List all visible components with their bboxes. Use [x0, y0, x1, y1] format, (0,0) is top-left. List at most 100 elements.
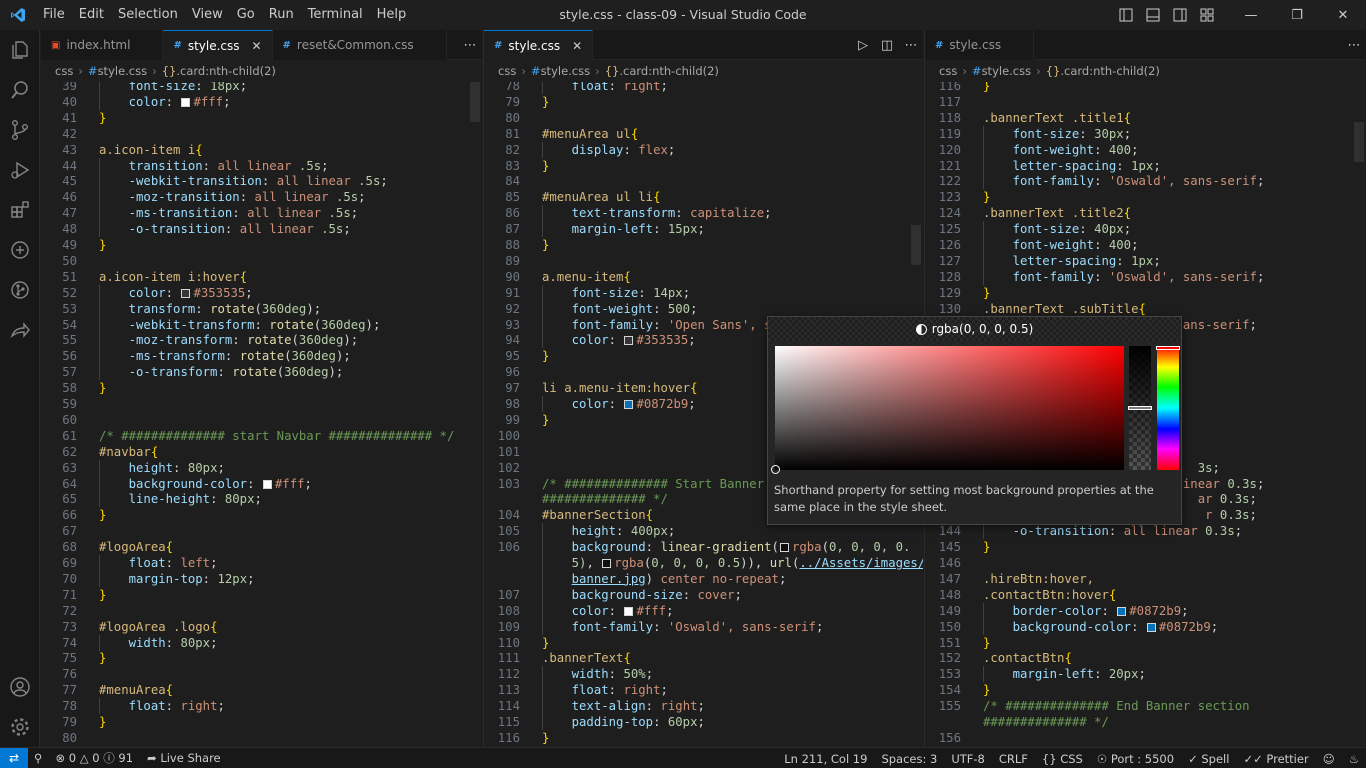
split-editor-icon[interactable]: ◫: [875, 38, 899, 53]
code-line: .bannerText .title1{: [983, 110, 1131, 126]
breadcrumb-item[interactable]: css: [498, 64, 516, 78]
close-tab-icon[interactable]: ✕: [250, 39, 264, 53]
color-swatch[interactable]: [624, 400, 634, 409]
code-area[interactable]: 39 font-size: 18px; 40 color: #fff; 41} 42 4…: [41, 82, 482, 747]
breadcrumb-item[interactable]: css: [939, 64, 957, 78]
explorer-icon[interactable]: [0, 30, 40, 70]
saturation-box[interactable]: [771, 346, 1124, 474]
menu-help[interactable]: Help: [370, 0, 414, 30]
token: (: [771, 540, 779, 555]
menu-terminal[interactable]: Terminal: [301, 0, 370, 30]
indent-guide: [983, 268, 984, 285]
feedback-icon[interactable]: ☺: [1316, 752, 1342, 766]
color-swatch[interactable]: [181, 97, 191, 107]
color-swatch[interactable]: [779, 543, 789, 553]
close-tab-icon[interactable]: ✕: [570, 39, 584, 53]
notifications-icon[interactable]: ♨: [1342, 752, 1366, 766]
token: -ms-transform: [128, 349, 225, 364]
token: ;: [1123, 126, 1132, 141]
more-actions-icon[interactable]: ⋯: [1342, 38, 1366, 53]
token: ;: [304, 476, 312, 491]
breadcrumb-item[interactable]: style.css: [98, 64, 148, 78]
end-of-line[interactable]: CRLF: [992, 752, 1035, 766]
token: }: [542, 635, 550, 650]
breadcrumb-item[interactable]: style.css: [541, 64, 591, 78]
indentation[interactable]: Spaces: 3: [874, 752, 944, 766]
opacity-strip[interactable]: [1128, 346, 1152, 470]
breadcrumb-item[interactable]: .card:nth-child(2): [619, 64, 719, 78]
color-swatch[interactable]: [624, 606, 634, 616]
css-icon: #: [173, 40, 182, 51]
prettier[interactable]: ✓✓ Prettier: [1236, 752, 1315, 766]
hue-thumb[interactable]: [1156, 346, 1180, 350]
customize-layout-icon[interactable]: [1193, 0, 1220, 30]
menu-run[interactable]: Run: [262, 0, 301, 30]
tab-style-css[interactable]: # style.css ✕: [163, 30, 273, 60]
toggle-primary-sidebar-icon[interactable]: [1112, 0, 1139, 30]
close-window-icon[interactable]: ✕: [1320, 0, 1366, 30]
opacity-thumb[interactable]: [1128, 406, 1152, 410]
token: 0.3s: [1205, 524, 1235, 539]
color-swatch[interactable]: [262, 479, 272, 489]
toggle-panel-icon[interactable]: [1139, 0, 1166, 30]
remote-explorer-icon[interactable]: [0, 230, 40, 270]
restore-icon[interactable]: ❐: [1274, 0, 1320, 30]
live-share-button[interactable]: ➦ Live Share: [140, 751, 228, 765]
tab-style-css[interactable]: # style.css: [925, 30, 1035, 60]
git-graph-icon[interactable]: [0, 270, 40, 310]
settings-gear-icon[interactable]: [0, 707, 40, 747]
extensions-icon[interactable]: [0, 190, 40, 230]
menu-go[interactable]: Go: [230, 0, 262, 30]
breadcrumb-item[interactable]: style.css: [982, 64, 1032, 78]
more-actions-icon[interactable]: ⋯: [899, 38, 923, 53]
vertical-scrollbar[interactable]: [468, 82, 482, 747]
token: -webkit-transition: [128, 174, 262, 189]
tab-reset-common-css[interactable]: # reset&Common.css: [272, 30, 447, 60]
hue-strip[interactable]: [1156, 346, 1180, 470]
color-swatch[interactable]: [181, 288, 191, 298]
token: height: [128, 460, 174, 475]
language-mode[interactable]: {} CSS: [1035, 752, 1090, 766]
color-swatch[interactable]: [602, 559, 612, 568]
menu-selection[interactable]: Selection: [111, 0, 185, 30]
remote-indicator-icon[interactable]: ⇄: [0, 747, 28, 768]
spell-check[interactable]: ✓ Spell: [1181, 752, 1236, 766]
live-server-port[interactable]: ☉ Port : 5500: [1090, 752, 1181, 766]
saturation-thumb[interactable]: [771, 465, 780, 474]
live-share-icon[interactable]: [0, 310, 40, 350]
run-icon[interactable]: ▷: [851, 38, 875, 53]
menu-view[interactable]: View: [185, 0, 230, 30]
vertical-scrollbar[interactable]: [1352, 82, 1366, 747]
run-and-debug-icon[interactable]: [0, 150, 40, 190]
code-line: .bannerText{: [542, 650, 631, 666]
breadcrumb-item[interactable]: .card:nth-child(2): [176, 64, 276, 78]
source-control-icon[interactable]: [0, 110, 40, 150]
color-swatch[interactable]: [624, 336, 634, 346]
notifications-bell-icon[interactable]: ⚲: [28, 751, 48, 765]
color-swatch[interactable]: [1146, 622, 1156, 632]
search-icon[interactable]: [0, 70, 40, 110]
menu-file[interactable]: File: [36, 0, 72, 30]
scrollbar-thumb[interactable]: [1354, 122, 1364, 162]
minimize-icon[interactable]: —: [1228, 0, 1274, 30]
color-swatch[interactable]: [1117, 606, 1127, 616]
token: font-family: [1012, 174, 1095, 189]
tab-style-css[interactable]: # style.css ✕: [484, 30, 594, 60]
code-line: padding-top: 60px;: [542, 714, 705, 730]
token: 12px: [217, 571, 248, 586]
encoding[interactable]: UTF-8: [944, 752, 992, 766]
tab-index-html[interactable]: ▣ index.html: [41, 30, 164, 60]
breadcrumb-item[interactable]: .card:nth-child(2): [1060, 64, 1160, 78]
line-number: 120: [938, 142, 961, 157]
color-picker-header[interactable]: rgba(0, 0, 0, 0.5): [768, 317, 1181, 341]
line-number: 88: [505, 238, 520, 252]
menu-edit[interactable]: Edit: [72, 0, 111, 30]
more-actions-icon[interactable]: ⋯: [458, 38, 482, 53]
toggle-secondary-sidebar-icon[interactable]: [1166, 0, 1193, 30]
cursor-position[interactable]: Ln 211, Col 19: [777, 752, 874, 766]
account-icon[interactable]: [0, 667, 40, 707]
scrollbar-thumb[interactable]: [911, 225, 921, 265]
breadcrumb-item[interactable]: css: [55, 64, 73, 78]
problems-indicator[interactable]: ⊗ 0 △ 0 ⓘ 91: [48, 750, 140, 766]
scrollbar-thumb[interactable]: [470, 82, 480, 122]
